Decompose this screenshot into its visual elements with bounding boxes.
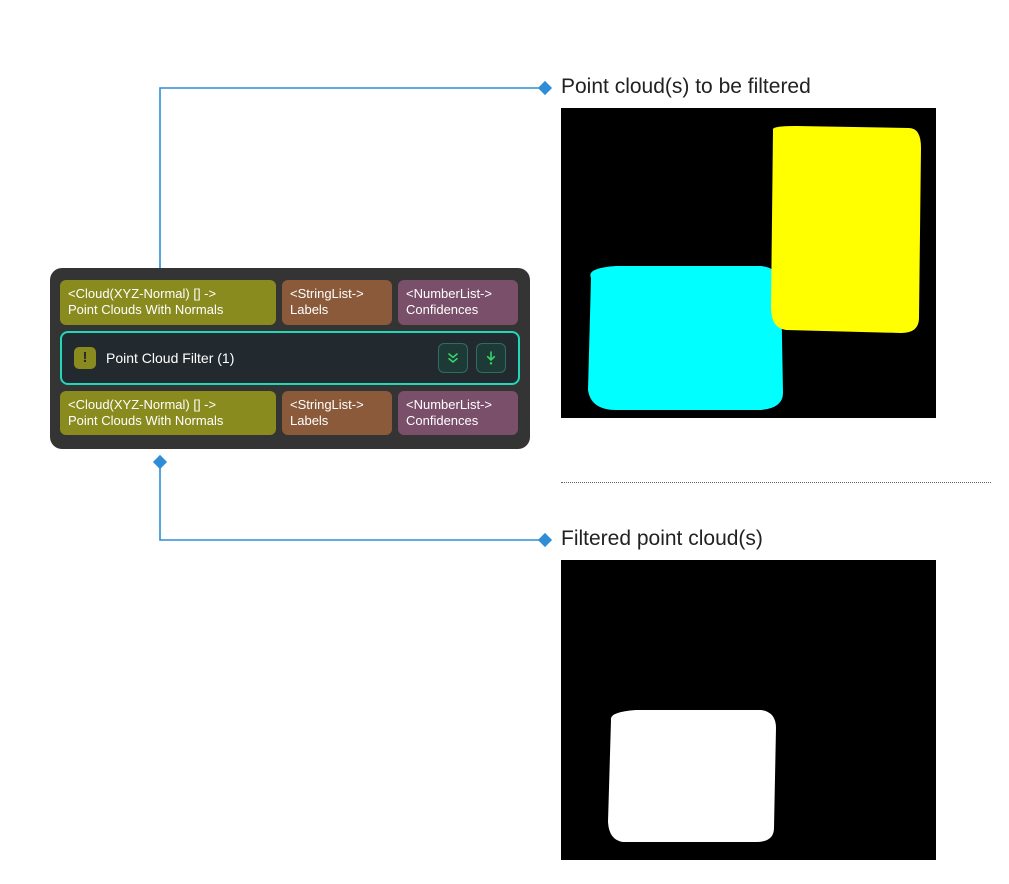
node-title-text: Point Cloud Filter (1): [106, 350, 234, 366]
expand-button[interactable]: [438, 343, 468, 373]
node-actions: [438, 343, 506, 373]
node-title-bar[interactable]: ! Point Cloud Filter (1): [60, 331, 520, 385]
port-label: Point Clouds With Normals: [68, 413, 268, 429]
port-type: <NumberList->: [406, 286, 510, 302]
yellow-cloud-shape: [771, 126, 921, 333]
white-cloud-shape: [608, 710, 776, 842]
callout-output-label: Filtered point cloud(s): [561, 527, 763, 551]
output-preview-svg: [561, 560, 936, 860]
port-label: Point Clouds With Normals: [68, 302, 268, 318]
port-label: Confidences: [406, 302, 510, 318]
filter-node[interactable]: <Cloud(XYZ-Normal) [] -> Point Clouds Wi…: [50, 268, 530, 449]
arrow-down-dot-icon: [483, 350, 499, 366]
port-label: Labels: [290, 413, 384, 429]
output-port-confidences[interactable]: <NumberList-> Confidences: [398, 391, 518, 436]
input-port-labels[interactable]: <StringList-> Labels: [282, 280, 392, 325]
port-type: <Cloud(XYZ-Normal) [] ->: [68, 286, 268, 302]
port-label: Confidences: [406, 413, 510, 429]
output-preview-image: [561, 560, 936, 860]
port-label: Labels: [290, 302, 384, 318]
input-port-confidences[interactable]: <NumberList-> Confidences: [398, 280, 518, 325]
input-port-cloud[interactable]: <Cloud(XYZ-Normal) [] -> Point Clouds Wi…: [60, 280, 276, 325]
double-chevron-down-icon: [445, 350, 461, 366]
output-ports-row: <Cloud(XYZ-Normal) [] -> Point Clouds Wi…: [60, 391, 520, 436]
port-type: <NumberList->: [406, 397, 510, 413]
output-port-labels[interactable]: <StringList-> Labels: [282, 391, 392, 436]
input-preview-image: [561, 108, 936, 418]
warning-icon: !: [74, 347, 96, 369]
input-preview-svg: [561, 108, 936, 418]
section-divider: [561, 482, 991, 483]
run-button[interactable]: [476, 343, 506, 373]
cyan-cloud-shape: [588, 266, 783, 410]
input-ports-row: <Cloud(XYZ-Normal) [] -> Point Clouds Wi…: [60, 280, 520, 325]
port-type: <StringList->: [290, 286, 384, 302]
output-port-cloud[interactable]: <Cloud(XYZ-Normal) [] -> Point Clouds Wi…: [60, 391, 276, 436]
callout-input-label: Point cloud(s) to be filtered: [561, 75, 811, 99]
port-type: <StringList->: [290, 397, 384, 413]
port-type: <Cloud(XYZ-Normal) [] ->: [68, 397, 268, 413]
